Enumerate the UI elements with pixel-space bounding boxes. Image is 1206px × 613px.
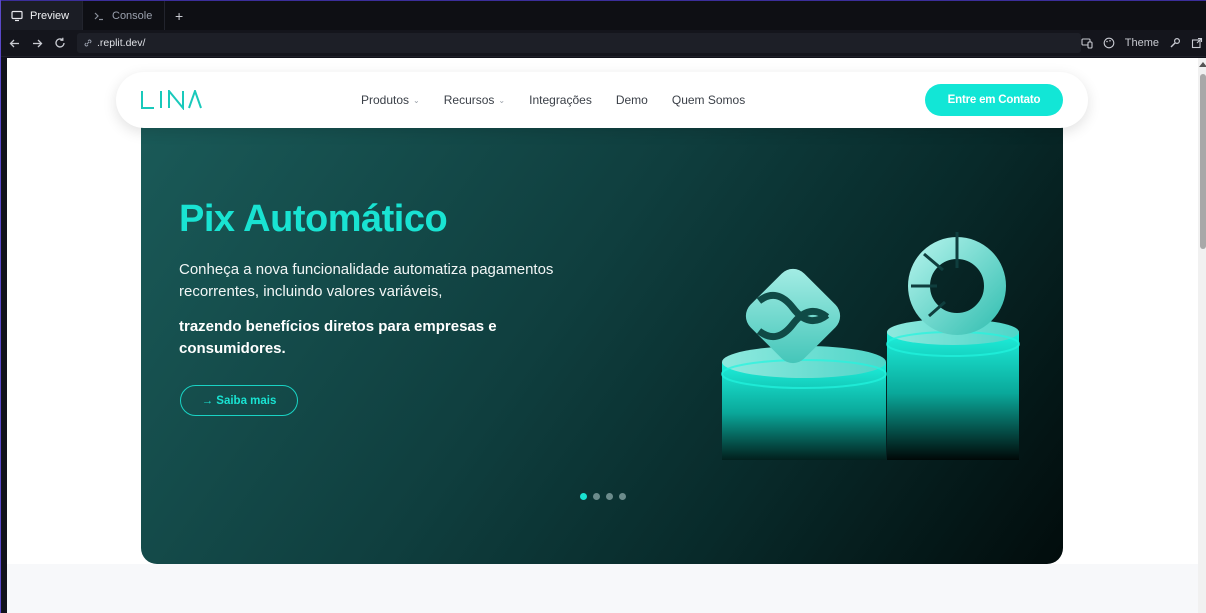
reload-button[interactable] [50, 33, 70, 53]
chevron-down-icon: ⌄ [498, 95, 506, 105]
tab-preview-label: Preview [30, 9, 70, 22]
tab-bar: Preview Console + [1, 0, 1206, 30]
url-input[interactable]: .replit.dev/ [77, 33, 1081, 53]
carousel-dot[interactable] [580, 493, 587, 500]
reload-icon [55, 37, 65, 48]
hero-title: Pix Automático [179, 198, 448, 240]
main-menu: Produtos ⌄ Recursos ⌄ Integrações Demo Que… [361, 72, 769, 128]
menu-item-label: Integrações [529, 93, 592, 107]
address-bar-actions: Theme [1081, 33, 1203, 53]
hero-description: Conheça a nova funcionalidade automatiza… [179, 261, 554, 300]
tab-preview[interactable]: Preview [1, 1, 83, 30]
arrow-left-icon [9, 39, 19, 47]
learn-more-button[interactable]: → Saiba mais [180, 385, 298, 416]
terminal-icon [94, 12, 103, 20]
menu-item-label: Quem Somos [671, 93, 746, 107]
browser-window: Preview Console + .replit.dev/ Theme Pix… [0, 0, 1206, 613]
carousel-dot[interactable] [606, 493, 613, 500]
menu-item-label: Demo [615, 93, 648, 107]
tab-console[interactable]: Console [83, 1, 165, 30]
right-pillar [887, 332, 1019, 460]
arrow-right-icon [32, 39, 42, 47]
contact-button[interactable]: Entre em Contato [925, 84, 1063, 116]
menu-item-integracoes[interactable]: Integrações [529, 93, 592, 107]
external-link-icon[interactable] [1191, 37, 1203, 49]
tab-console-label: Console [112, 9, 153, 22]
hero-highlight: trazendo benefícios diretos para empresa… [179, 318, 497, 357]
wrench-icon[interactable] [1169, 37, 1181, 49]
scrollbar-thumb[interactable] [1200, 74, 1206, 249]
menu-item-label: Recursos [443, 93, 495, 107]
forward-button[interactable] [27, 33, 47, 53]
carousel-dot[interactable] [619, 493, 626, 500]
scrollbar[interactable] [1198, 58, 1206, 613]
monitor-icon [11, 10, 23, 21]
menu-item-quem-somos[interactable]: Quem Somos [672, 93, 745, 107]
preview-viewport: Pix Automático Conheça a nova funcionali… [7, 58, 1198, 613]
add-tab-button[interactable]: + [165, 1, 193, 30]
carousel-dots [580, 493, 626, 500]
menu-item-demo[interactable]: Demo [616, 93, 648, 107]
palette-icon[interactable] [1103, 37, 1115, 49]
chevron-down-icon: ⌄ [413, 95, 420, 105]
devices-icon[interactable] [1081, 37, 1093, 49]
lina-logo-icon [141, 90, 202, 110]
scroll-up-arrow-icon[interactable] [1199, 62, 1206, 67]
hero-banner: Pix Automático Conheça a nova funcionali… [141, 118, 1063, 564]
theme-label[interactable]: Theme [1125, 37, 1159, 49]
link-icon [84, 39, 92, 47]
site-navbar: Produtos ⌄ Recursos ⌄ Integrações Demo Que… [116, 72, 1088, 128]
address-bar: .replit.dev/ Theme [1, 30, 1206, 57]
site-logo[interactable] [140, 89, 202, 111]
carousel-dot[interactable] [593, 493, 600, 500]
menu-item-label: Produtos [361, 93, 410, 107]
url-text: .replit.dev/ [97, 37, 146, 49]
next-section [7, 564, 1198, 613]
donut-chart-shape [908, 232, 1006, 335]
menu-item-recursos[interactable]: Recursos ⌄ [444, 93, 505, 107]
pix-illustration [721, 232, 1020, 460]
menu-item-produtos[interactable]: Produtos ⌄ [361, 93, 420, 107]
back-button[interactable] [4, 33, 24, 53]
